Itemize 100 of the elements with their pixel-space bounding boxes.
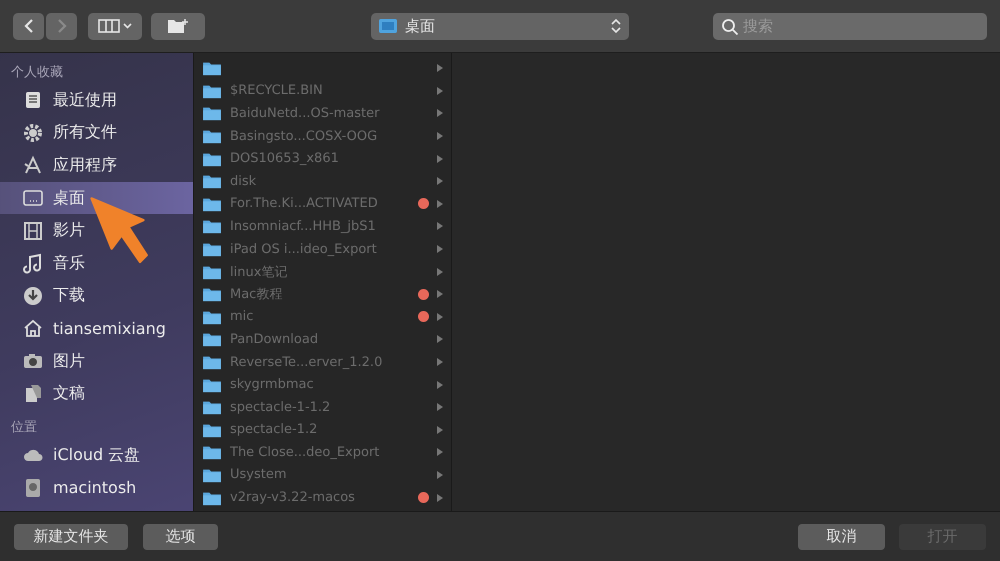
file-row[interactable]: spectacle-1-1.2 [194,396,451,418]
footer-button[interactable]: 取消 [798,524,885,550]
chevron-icon [437,177,443,186]
folder-icon [202,399,222,416]
file-name: skygrmbmac [230,377,315,392]
new-folder-button[interactable] [151,12,205,40]
file-row[interactable]: linux笔记 [194,260,451,283]
chevron-icon [437,448,443,456]
file-name: spectacle-1.2 [230,422,318,438]
chevron-icon [437,335,443,344]
caret-icon [123,23,132,29]
file-name: disk [230,174,258,189]
sidebar-section-title: 位置 [10,418,38,437]
chevron-icon [437,312,443,321]
file-name: mic [230,309,254,324]
columns-icon [98,19,120,33]
house-icon [22,317,44,340]
file-row[interactable]: Basingsto...COSX-OOG [194,124,451,148]
file-row[interactable]: BaiduNetd...OS-master [194,102,451,125]
folder-icon [202,105,222,122]
chevron-icon [437,64,443,72]
chevron-icon [437,426,443,434]
folder-icon [202,286,222,302]
sidebar-item[interactable]: 应用程序 [0,149,193,182]
sidebar-item-label: 文稿 [53,383,85,404]
file-row[interactable]: disk [194,170,451,193]
sidebar-section-title: 个人收藏 [10,64,64,82]
file-row[interactable]: Mac教程 [194,282,451,306]
file-row[interactable]: Insomniacf...HHB_jbS1 [194,215,451,238]
folder-icon [202,444,222,460]
folder-icon [202,82,222,99]
sidebar-item[interactable]: 影片 [0,214,193,247]
folder-icon [202,331,222,348]
sidebar-item-label: 图片 [53,350,85,372]
sidebar-item[interactable]: 音乐 [0,246,193,280]
folder-icon [202,466,222,483]
file-row[interactable]: skygrmbmac [194,373,451,396]
file-name: linux笔记 [230,264,288,281]
music-note-icon [22,252,44,274]
sidebar-item[interactable]: 所有文件 [0,116,193,150]
file-row[interactable]: spectacle-1.2 [194,418,451,442]
chevron-icon [437,268,443,276]
folder-icon [202,150,222,167]
chevron-icon [437,245,443,254]
sidebar-item-label: tiansemixiang [53,318,166,338]
sidebar-item[interactable]: 文稿 [0,377,193,410]
file-row[interactable]: DOS10653_x861 [194,147,451,170]
file-name: Insomniacf...HHB_jbS1 [230,218,377,234]
sidebar-item[interactable]: 最近使用 [0,84,193,117]
file-name: BaiduNetd...OS-master [230,106,380,121]
file-name: Usystem [230,467,288,482]
folder-icon [202,376,222,393]
file-name: spectacle-1-1.2 [230,400,332,415]
chevron-icon [437,86,443,95]
sidebar-item[interactable]: macintosh [0,472,193,504]
folder-icon [202,173,222,190]
folder-icon [202,60,222,76]
download-icon [22,284,44,307]
footer-button[interactable]: 新建文件夹 [14,524,128,550]
sidebar-item-label: macintosh [53,478,136,498]
chevron-icon [437,200,443,208]
folder-plus-icon [167,18,189,34]
file-name: Mac教程 [230,286,284,304]
file-name: PanDownload [230,332,320,347]
search-icon [721,18,739,36]
sidebar-item[interactable]: 桌面 [0,182,193,214]
sidebar-item[interactable]: 下载 [0,280,193,312]
file-row[interactable]: For.The.Ki...ACTIVATED [194,192,451,216]
chevron-icon [437,290,443,298]
sidebar-item-label: 下载 [53,285,85,306]
file-row[interactable]: PanDownload [194,328,451,351]
sidebar-item[interactable]: 图片 [0,344,193,378]
pointer-arrow-drawing [90,196,150,266]
file-row[interactable]: ReverseTe...erver_1.2.0 [194,350,451,374]
back-button[interactable] [13,12,44,40]
folder-icon [202,218,222,234]
file-row[interactable]: iPad OS i...ideo_Export [194,238,451,260]
file-row[interactable]: mic [194,306,451,328]
sidebar-item-label: iCloud 云盘 [53,444,140,466]
chevron-icon [437,132,443,140]
sidebar-item-label: 桌面 [53,188,85,209]
chevron-icon [437,470,443,479]
folder-icon [202,196,222,212]
file-row[interactable]: Usystem [194,464,451,486]
view-mode-button[interactable] [88,12,142,40]
file-name: Basingsto...COSX-OOG [230,128,378,144]
sidebar-item[interactable]: tiansemixiang [0,312,193,345]
film-icon [22,220,44,242]
file-name: The Close...deo_Export [230,444,380,460]
file-row[interactable]: v2ray-v3.22-macos [194,486,451,509]
sidebar-item[interactable]: iCloud 云盘 [0,438,193,472]
location-popup[interactable]: 桌面 [371,12,629,40]
footer-button[interactable]: 选项 [143,524,218,550]
folder-icon [202,264,222,280]
chevron-icon [437,358,443,366]
file-name: $RECYCLE.BIN [230,83,324,98]
file-row[interactable]: The Close...deo_Export [194,441,451,464]
sidebar-item-label: 所有文件 [53,122,117,144]
chevron-icon [437,109,443,118]
file-row[interactable]: $RECYCLE.BIN [194,80,451,102]
